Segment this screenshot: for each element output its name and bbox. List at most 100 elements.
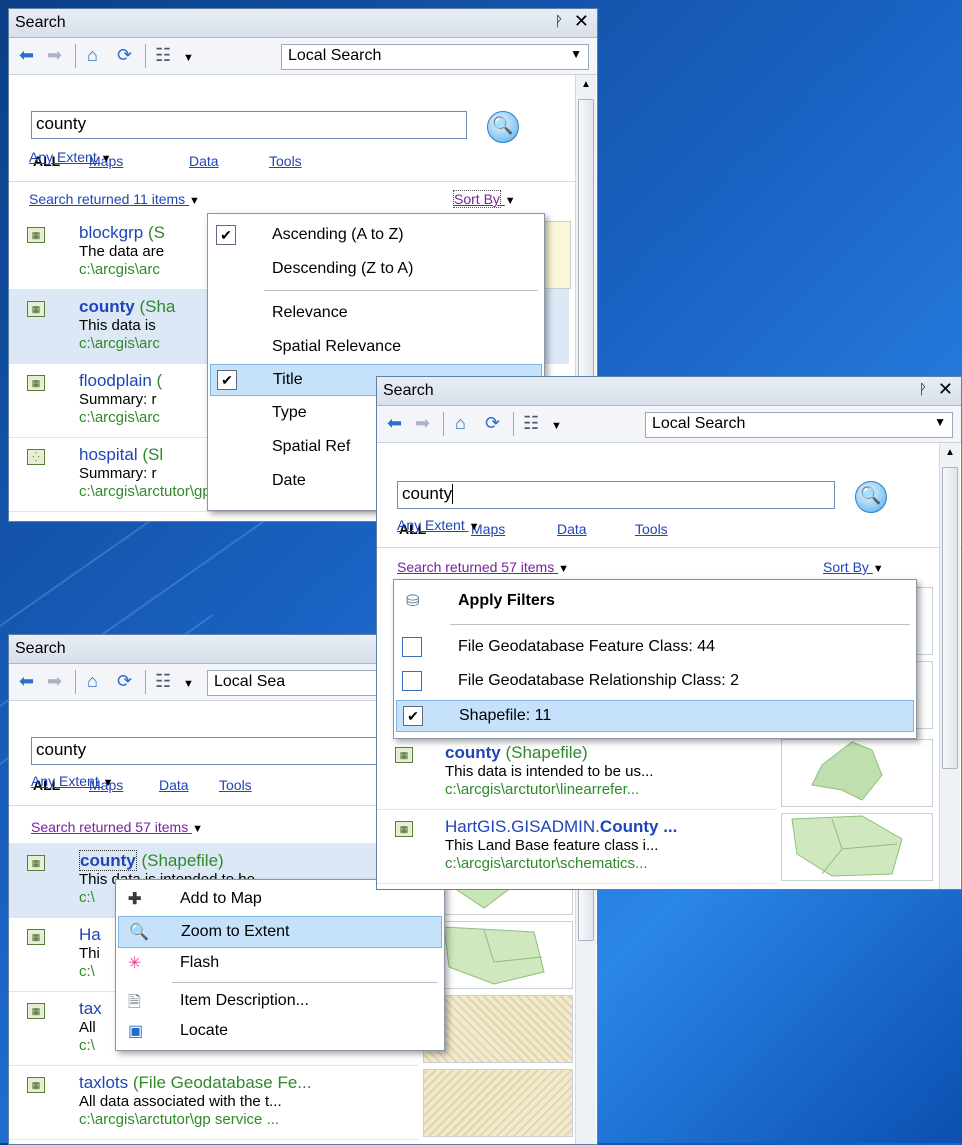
chevron-down-icon: ▼ [504, 195, 516, 207]
point-feature-icon: ⁛ [27, 449, 45, 465]
result-path: c:\arcgis\arctutor\schematics... [445, 855, 648, 872]
result-item[interactable]: ▦ taxlots (File Geodatabase Fe... All da… [9, 1065, 419, 1140]
close-icon[interactable]: ✕ [938, 379, 953, 400]
divider [9, 181, 597, 182]
scroll-up-arrow-icon[interactable]: ▲ [581, 79, 591, 90]
menu-item-locate[interactable]: ▣ Locate [118, 1016, 442, 1046]
results-scrollbar[interactable]: ▲ [939, 443, 960, 889]
forward-arrow-icon[interactable]: ➡ [47, 46, 62, 64]
chevron-down-icon: ▼ [558, 563, 569, 575]
tab-data[interactable]: Data [189, 153, 219, 169]
close-icon[interactable]: ✕ [574, 11, 589, 32]
chevron-down-icon: ▼ [934, 415, 946, 429]
window-title: Search [383, 382, 434, 399]
sort-option[interactable]: Relevance [210, 298, 542, 328]
back-arrow-icon[interactable]: ⬅ [19, 46, 34, 64]
search-input[interactable]: county [31, 111, 467, 139]
title-bar: Search ᚹ ✕ [9, 9, 597, 38]
back-arrow-icon[interactable]: ⬅ [19, 672, 34, 690]
sort-by-dropdown[interactable]: Sort By ▼ [823, 559, 884, 575]
result-type: ( [156, 371, 163, 390]
extent-dropdown[interactable]: Any Extent ▼ [31, 773, 113, 789]
toolbar-separator [145, 44, 146, 68]
home-icon[interactable]: ⌂ [87, 46, 98, 64]
chevron-down-icon[interactable]: ▼ [183, 49, 194, 67]
result-description: Summary: r [79, 465, 157, 482]
apply-filters-label: Apply Filters [458, 592, 555, 609]
toolbar-separator [75, 670, 76, 694]
refresh-icon[interactable]: ⟳ [117, 46, 132, 64]
chevron-down-icon: ▼ [100, 153, 112, 165]
refresh-icon[interactable]: ⟳ [485, 414, 500, 432]
result-path: c:\ [79, 889, 95, 906]
result-type: (Sl [142, 445, 164, 464]
chevron-down-icon[interactable]: ▼ [183, 675, 194, 693]
filter-option[interactable]: File Geodatabase Feature Class: 44 [396, 632, 914, 662]
search-button[interactable]: 🔍 [487, 111, 519, 143]
result-name[interactable]: county [79, 850, 137, 871]
result-title: tax [79, 999, 102, 1019]
result-description: All data associated with the t... [79, 1093, 282, 1110]
scroll-up-arrow-icon[interactable]: ▲ [945, 447, 955, 458]
county-map-thumbnail [811, 741, 883, 801]
scrollbar-thumb[interactable] [942, 467, 958, 769]
tab-data[interactable]: Data [159, 777, 189, 793]
search-scope-select[interactable]: Local Search ▼ [645, 412, 953, 438]
tab-tools[interactable]: Tools [635, 521, 668, 537]
chevron-down-icon: ▼ [189, 195, 200, 207]
window-title: Search [15, 640, 66, 657]
sort-option-label: Ascending (A to Z) [272, 226, 404, 243]
home-icon[interactable]: ⌂ [455, 414, 466, 432]
results-count-dropdown[interactable]: Search returned 57 items ▼ [31, 819, 203, 835]
search-scope-select[interactable]: Local Search ▼ [281, 44, 589, 70]
filter-option[interactable]: ✔ Shapefile: 11 [396, 700, 914, 732]
filter-option[interactable]: File Geodatabase Relationship Class: 2 [396, 666, 914, 696]
sort-option[interactable]: ✔ Ascending (A to Z) [210, 220, 542, 250]
sort-option[interactable]: Descending (Z to A) [210, 254, 542, 284]
toolbar: ⬅ ➡ ⌂ ⟳ ☷ ▼ Local Search ▼ [377, 406, 961, 443]
toolbar-separator [145, 670, 146, 694]
menu-item-flash[interactable]: ✳ Flash [118, 948, 442, 978]
search-input[interactable]: county [397, 481, 835, 509]
forward-arrow-icon[interactable]: ➡ [415, 414, 430, 432]
menu-item-item-description[interactable]: 🗎 Item Description... [118, 986, 442, 1016]
shapefile-icon: ▦ [27, 227, 45, 243]
sort-option[interactable]: Spatial Relevance [210, 332, 542, 362]
menu-item-zoom-to-extent[interactable]: 🔍 Zoom to Extent [118, 916, 442, 948]
forward-arrow-icon[interactable]: ➡ [47, 672, 62, 690]
result-description: This data is [79, 317, 156, 334]
pin-icon[interactable]: ᚹ [919, 381, 927, 397]
search-scope-value: Local Sea [214, 673, 286, 690]
chevron-down-icon[interactable]: ▼ [551, 417, 562, 435]
result-item[interactable]: ▦ county (Shapefile) This data is intend… [377, 735, 777, 810]
results-count-dropdown[interactable]: Search returned 11 items ▼ [29, 191, 200, 207]
search-input[interactable]: county [31, 737, 433, 765]
toolbar-separator [75, 44, 76, 68]
results-count-dropdown[interactable]: Search returned 57 items ▼ [397, 559, 569, 575]
view-options-icon[interactable]: ☷ [155, 46, 171, 64]
extent-dropdown[interactable]: Any Extent ▼ [397, 517, 479, 533]
tab-tools[interactable]: Tools [269, 153, 302, 169]
back-arrow-icon[interactable]: ⬅ [387, 414, 402, 432]
search-input-value: county [36, 740, 87, 759]
home-icon[interactable]: ⌂ [87, 672, 98, 690]
view-options-icon[interactable]: ☷ [155, 672, 171, 690]
result-title: Ha [79, 925, 101, 945]
result-name: hospital [79, 445, 138, 464]
menu-item-label: Item Description... [180, 992, 309, 1009]
result-name: County ... [599, 817, 678, 836]
apply-filters-header[interactable]: ⛁ Apply Filters [396, 586, 914, 616]
check-icon: ✔ [403, 706, 423, 726]
result-item[interactable]: ▦ HartGIS.GISADMIN.County ... This Land … [377, 809, 777, 884]
pin-icon[interactable]: ᚹ [555, 13, 563, 29]
view-options-icon[interactable]: ☷ [523, 414, 539, 432]
feature-class-icon: ▦ [27, 1077, 45, 1093]
search-button[interactable]: 🔍 [855, 481, 887, 513]
window-title: Search [15, 14, 66, 31]
sort-by-dropdown[interactable]: Sort By ▼ [453, 190, 516, 208]
chevron-down-icon: ▼ [468, 521, 480, 533]
tab-tools[interactable]: Tools [219, 777, 252, 793]
tab-data[interactable]: Data [557, 521, 587, 537]
extent-dropdown[interactable]: Any Extent ▼ [29, 149, 111, 165]
refresh-icon[interactable]: ⟳ [117, 672, 132, 690]
